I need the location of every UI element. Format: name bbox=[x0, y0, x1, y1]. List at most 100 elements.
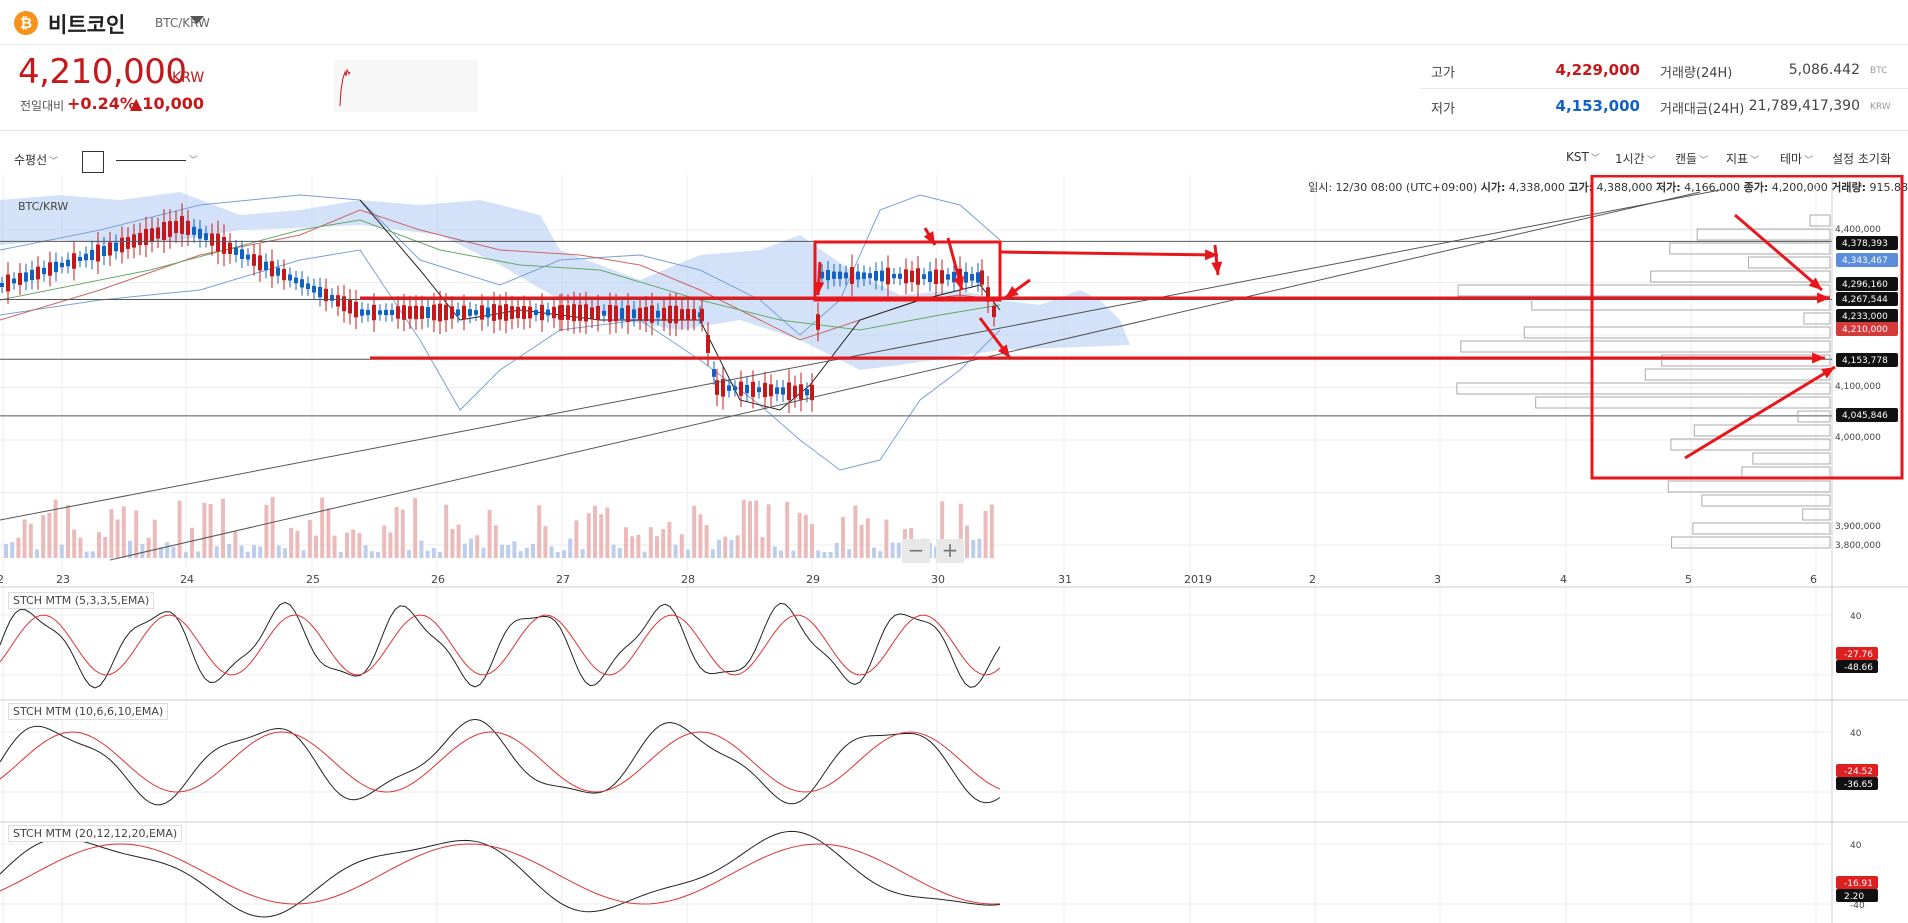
x-tick-label: 30 bbox=[931, 573, 945, 586]
volume-bar bbox=[878, 551, 883, 558]
current-price: 4,210,000 bbox=[18, 52, 187, 92]
chevron-down-icon: ﹀ bbox=[1646, 156, 1656, 166]
candle-body bbox=[210, 233, 214, 246]
candle-body bbox=[608, 304, 612, 322]
candle-body bbox=[874, 271, 878, 281]
line-style-select[interactable] bbox=[116, 160, 186, 161]
volume-bar bbox=[636, 534, 641, 558]
candle-body bbox=[270, 261, 274, 277]
volume-bar bbox=[965, 525, 969, 558]
timezone-select[interactable]: KST ﹀ bbox=[1566, 150, 1600, 164]
candle-body bbox=[668, 305, 672, 324]
volume-bar bbox=[196, 551, 201, 558]
candle-body bbox=[614, 305, 618, 322]
volume-bar bbox=[264, 504, 269, 558]
price-tag-value: 4,233,000 bbox=[1842, 312, 1888, 322]
candle-body bbox=[216, 233, 220, 252]
candle-body bbox=[492, 304, 496, 321]
interval-select[interactable]: 1시간 ﹀ bbox=[1615, 150, 1656, 167]
volume-profile-bar bbox=[1456, 382, 1831, 395]
chevron-down-icon: ﹀ bbox=[1804, 156, 1814, 166]
volume-bar bbox=[221, 498, 225, 558]
volume-profile-bar bbox=[1701, 494, 1831, 507]
volume-bar bbox=[766, 504, 771, 558]
volume-bar bbox=[760, 537, 765, 558]
candle-body bbox=[378, 310, 382, 315]
candle-body bbox=[528, 306, 532, 319]
indicator-select[interactable]: 지표 ﹀ bbox=[1726, 150, 1759, 167]
reset-settings-button[interactable]: 설정 초기화 bbox=[1832, 150, 1891, 167]
volume-bar bbox=[53, 499, 58, 558]
volume-bar bbox=[865, 518, 870, 558]
candle-body bbox=[276, 267, 280, 276]
candle-body bbox=[168, 221, 172, 237]
candle-body bbox=[626, 305, 630, 322]
candle-body bbox=[686, 308, 690, 321]
drawing-tool-select[interactable]: 수평선 ﹀ bbox=[14, 151, 58, 168]
volume-bar bbox=[190, 527, 194, 558]
candle-body bbox=[763, 382, 767, 398]
high-label: 고가 bbox=[1431, 66, 1455, 81]
chevron-down-icon: ﹀ bbox=[1699, 156, 1709, 166]
volume-bar bbox=[146, 537, 151, 558]
theme-select[interactable]: 테마 ﹀ bbox=[1780, 150, 1813, 167]
candle-body bbox=[126, 237, 130, 249]
volume-bar bbox=[518, 551, 523, 558]
stats-divider bbox=[1420, 88, 1908, 89]
x-tick-label: 27 bbox=[556, 573, 570, 586]
volume-profile-bar bbox=[1523, 326, 1831, 339]
candle-body bbox=[456, 309, 460, 316]
chevron-down-icon[interactable] bbox=[190, 16, 204, 24]
volume-bar bbox=[500, 544, 504, 558]
volume-bar bbox=[276, 545, 281, 558]
zoom-in-button[interactable]: + bbox=[936, 539, 964, 563]
candle-body bbox=[510, 306, 514, 319]
candle-body bbox=[787, 382, 791, 401]
volume-bar bbox=[456, 524, 461, 558]
volume-bar bbox=[890, 542, 895, 558]
chart-type-select[interactable]: 캔들 ﹀ bbox=[1675, 150, 1708, 167]
candle-body bbox=[486, 307, 490, 318]
candle-body bbox=[868, 273, 872, 279]
volume-bar bbox=[214, 546, 219, 558]
volume-bar bbox=[481, 547, 486, 558]
candle-body bbox=[886, 267, 890, 285]
chart-type-label: 캔들 bbox=[1675, 152, 1698, 166]
price-tag-value: 4,267,544 bbox=[1842, 295, 1888, 305]
candle-body bbox=[420, 306, 424, 319]
volume-bar bbox=[822, 551, 827, 558]
volume-bar bbox=[369, 551, 374, 558]
volume-bar bbox=[797, 512, 802, 558]
candle-body bbox=[793, 385, 797, 398]
candle-body bbox=[656, 310, 660, 318]
volume-bar bbox=[493, 525, 498, 558]
candle-body bbox=[928, 271, 932, 283]
x-tick-label: 5 bbox=[1685, 573, 1692, 586]
candle-body bbox=[856, 271, 860, 280]
volume-bar bbox=[543, 526, 548, 558]
candle-body bbox=[102, 245, 106, 257]
candle-body bbox=[650, 305, 654, 323]
price-tag-value: 4,378,393 bbox=[1842, 239, 1888, 249]
candle-body bbox=[727, 385, 731, 391]
candle-body bbox=[662, 307, 666, 321]
volume-bar bbox=[568, 538, 573, 558]
candle-body bbox=[916, 268, 920, 285]
candle-body bbox=[832, 271, 836, 279]
price-tag-value: 4,296,160 bbox=[1842, 280, 1888, 290]
candle-body bbox=[700, 308, 704, 322]
volume-bar bbox=[400, 509, 405, 558]
candle-body bbox=[258, 255, 262, 271]
fill-color-box[interactable] bbox=[82, 151, 104, 173]
chevron-down-icon[interactable]: ﹀ bbox=[189, 153, 198, 166]
zoom-out-button[interactable]: − bbox=[902, 539, 930, 563]
price-tag-value: 4,153,778 bbox=[1842, 356, 1888, 366]
x-tick-label: 2 bbox=[0, 573, 4, 586]
volume-bar bbox=[140, 544, 145, 558]
volume-bar bbox=[549, 546, 554, 558]
candle-body bbox=[282, 268, 286, 281]
mini-price-chart bbox=[334, 60, 478, 112]
x-tick-label: 6 bbox=[1810, 573, 1817, 586]
candle-body bbox=[739, 381, 743, 396]
candle-body bbox=[775, 387, 779, 394]
